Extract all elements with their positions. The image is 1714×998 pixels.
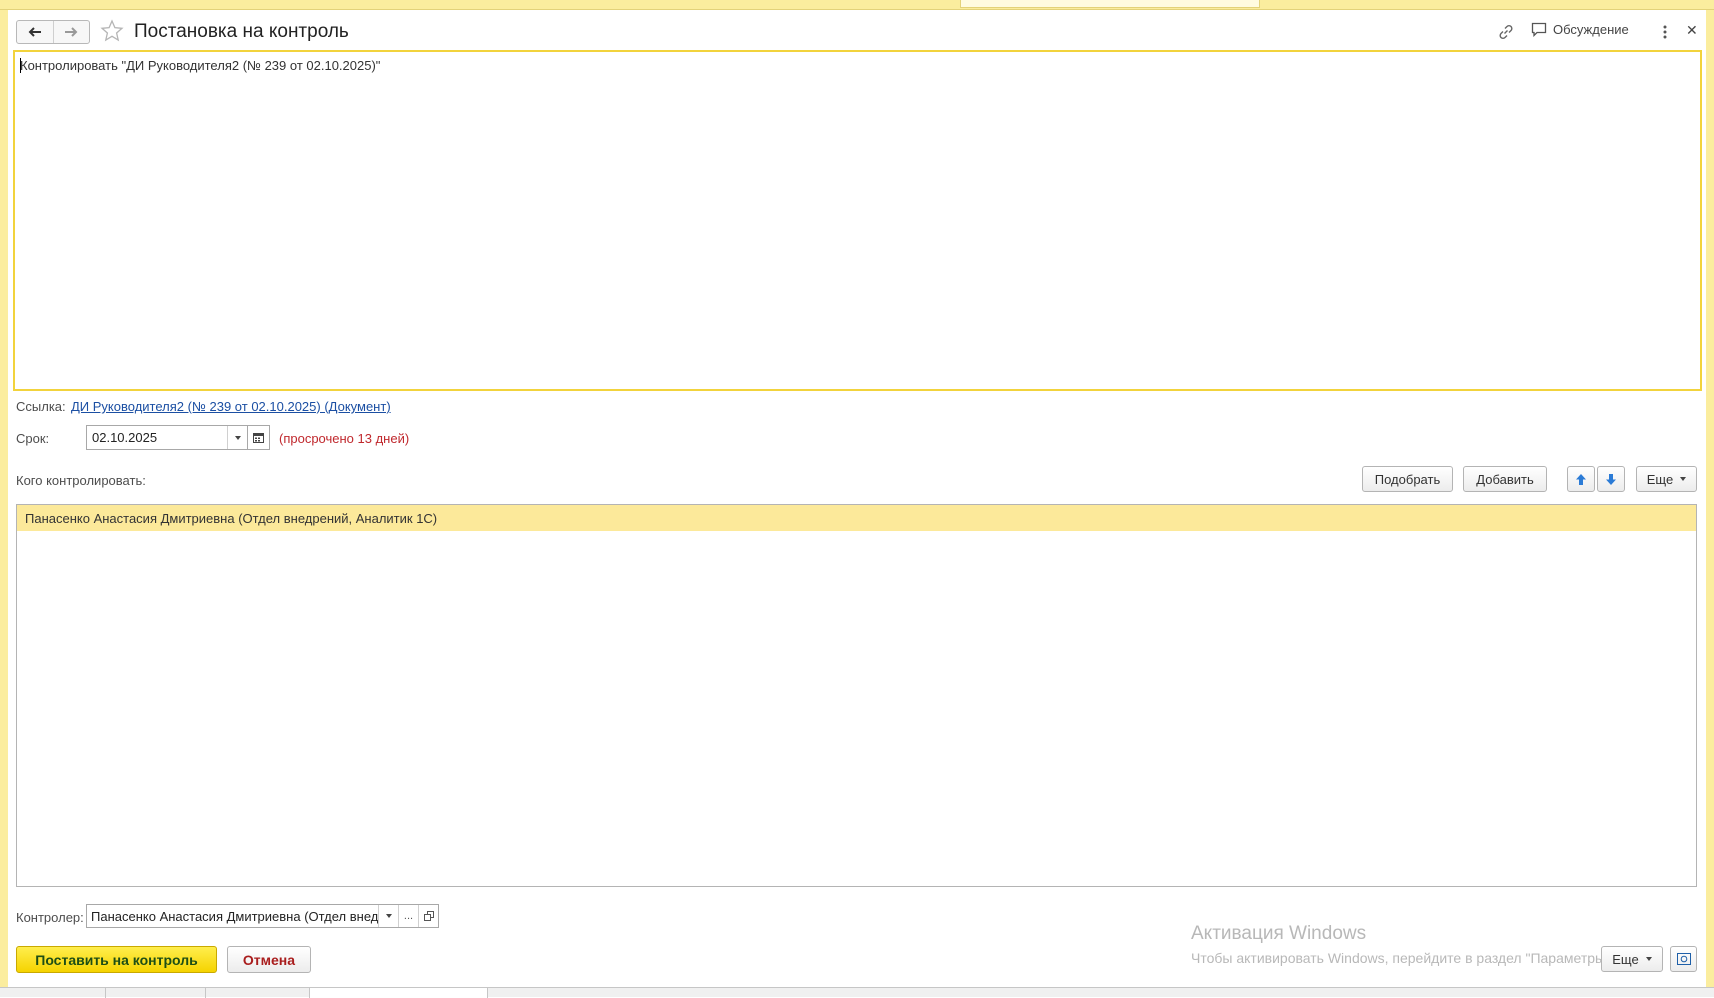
chevron-down-icon xyxy=(385,914,392,918)
cancel-button[interactable]: Отмена xyxy=(227,946,311,973)
right-border xyxy=(1706,10,1714,987)
windows-activation-title: Активация Windows xyxy=(1191,923,1367,944)
text-caret xyxy=(20,58,21,73)
move-down-button[interactable] xyxy=(1597,466,1625,492)
controller-value[interactable]: Панасенко Анастасия Дмитриевна (Отдел вн… xyxy=(87,905,378,927)
memo-textarea[interactable]: Контролировать "ДИ Руководителя2 (№ 239 … xyxy=(13,50,1702,391)
add-button[interactable]: Добавить xyxy=(1463,466,1547,492)
bottom-taskbar xyxy=(0,987,1714,998)
controller-open-button[interactable] xyxy=(418,905,438,927)
table-row[interactable]: Панасенко Анастасия Дмитриевна (Отдел вн… xyxy=(17,505,1696,531)
more-button-list[interactable]: Еще xyxy=(1636,466,1697,492)
pick-button[interactable]: Подобрать xyxy=(1362,466,1453,492)
discussion-button[interactable]: Обсуждение xyxy=(1531,22,1629,37)
reference-label: Ссылка: xyxy=(16,399,66,414)
overdue-text: (просрочено 13 дней) xyxy=(279,431,410,446)
chevron-down-icon xyxy=(234,435,241,440)
back-arrow-icon xyxy=(28,27,41,37)
reference-link[interactable]: ДИ Руководителя2 (№ 239 от 02.10.2025) (… xyxy=(71,399,391,414)
link-icon[interactable] xyxy=(1497,23,1515,41)
arrow-up-icon xyxy=(1576,473,1586,485)
search-box[interactable] xyxy=(960,0,1260,8)
navigation-buttons xyxy=(16,20,90,44)
back-button[interactable] xyxy=(17,21,53,43)
controller-field[interactable]: Панасенко Анастасия Дмитриевна (Отдел вн… xyxy=(86,904,439,928)
deadline-dropdown-button[interactable] xyxy=(227,426,247,449)
memo-text: Контролировать "ДИ Руководителя2 (№ 239 … xyxy=(20,58,381,73)
help-icon xyxy=(1676,953,1691,965)
calendar-button[interactable] xyxy=(247,426,269,449)
top-strip xyxy=(0,0,1714,10)
kebab-menu-icon[interactable] xyxy=(1660,22,1670,42)
forward-button[interactable] xyxy=(52,21,90,43)
open-form-icon xyxy=(423,911,434,921)
more-label: Еще xyxy=(1646,471,1674,487)
more-button-footer[interactable]: Еще xyxy=(1601,946,1663,972)
left-border xyxy=(0,10,8,987)
controller-dropdown-button[interactable] xyxy=(378,905,398,927)
help-button[interactable] xyxy=(1670,946,1697,972)
arrow-down-icon xyxy=(1606,473,1616,485)
submit-control-button[interactable]: Поставить на контроль xyxy=(16,946,217,973)
page-title: Постановка на контроль xyxy=(134,21,349,42)
whom-label: Кого контролировать: xyxy=(16,473,146,488)
star-icon[interactable] xyxy=(100,19,124,43)
more-label: Еще xyxy=(1612,951,1639,967)
chevron-down-icon xyxy=(1680,477,1687,481)
move-up-button[interactable] xyxy=(1567,466,1595,492)
controller-select-button[interactable]: ... xyxy=(398,905,418,927)
discussion-icon xyxy=(1531,22,1547,37)
controlled-users-table: Панасенко Анастасия Дмитриевна (Отдел вн… xyxy=(16,504,1697,887)
deadline-value[interactable]: 02.10.2025 xyxy=(87,426,227,449)
windows-activation-subtitle: Чтобы активировать Windows, перейдите в … xyxy=(1191,950,1614,966)
deadline-label: Срок: xyxy=(16,431,50,446)
discussion-label: Обсуждение xyxy=(1553,22,1629,37)
controller-label: Контролер: xyxy=(16,910,84,925)
chevron-down-icon xyxy=(1645,957,1652,961)
forward-arrow-icon xyxy=(65,27,78,37)
close-icon[interactable]: ✕ xyxy=(1686,22,1698,39)
calendar-icon xyxy=(253,433,264,443)
deadline-date-field[interactable]: 02.10.2025 xyxy=(86,425,270,450)
